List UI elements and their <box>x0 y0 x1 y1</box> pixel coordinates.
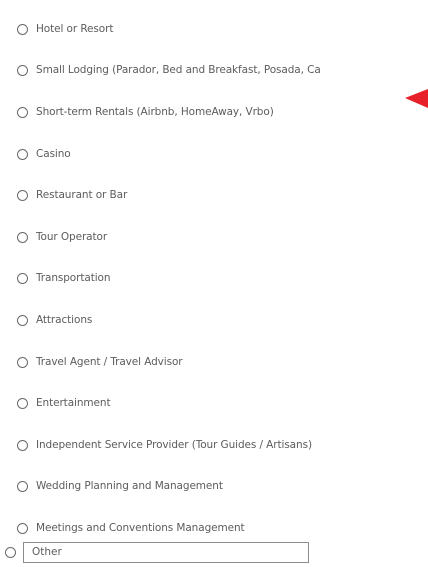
option-label[interactable]: Small Lodging (Parador, Bed and Breakfas… <box>36 64 321 76</box>
radio-button[interactable] <box>5 547 16 558</box>
radio-button[interactable] <box>17 314 28 326</box>
other-text-input[interactable] <box>23 541 309 563</box>
option-label[interactable]: Attractions <box>36 314 92 326</box>
option-independent-service-provider[interactable]: Independent Service Provider (Tour Guide… <box>17 424 428 466</box>
radio-button[interactable] <box>17 65 28 77</box>
radio-button[interactable] <box>17 190 28 202</box>
radio-button[interactable] <box>17 148 28 160</box>
business-type-radio-group: Hotel or Resort Small Lodging (Parador, … <box>17 8 428 549</box>
option-wedding-planning[interactable]: Wedding Planning and Management <box>17 466 428 508</box>
radio-button[interactable] <box>17 439 28 451</box>
option-label[interactable]: Hotel or Resort <box>36 23 113 35</box>
radio-button[interactable] <box>17 23 28 35</box>
option-label[interactable]: Casino <box>36 148 71 160</box>
radio-button[interactable] <box>17 273 28 285</box>
option-casino[interactable]: Casino <box>17 133 428 175</box>
radio-button[interactable] <box>17 522 28 534</box>
radio-button[interactable] <box>17 106 28 118</box>
option-label[interactable]: Meetings and Conventions Management <box>36 522 245 534</box>
option-other[interactable] <box>0 537 309 567</box>
option-travel-agent[interactable]: Travel Agent / Travel Advisor <box>17 341 428 383</box>
option-small-lodging[interactable]: Small Lodging (Parador, Bed and Breakfas… <box>17 50 428 92</box>
arrow-head-shape <box>405 89 428 108</box>
option-label[interactable]: Restaurant or Bar <box>36 189 127 201</box>
radio-button[interactable] <box>17 356 28 368</box>
option-label[interactable]: Short-term Rentals (Airbnb, HomeAway, Vr… <box>36 106 274 118</box>
option-entertainment[interactable]: Entertainment <box>17 382 428 424</box>
option-attractions[interactable]: Attractions <box>17 299 428 341</box>
option-label[interactable]: Transportation <box>36 272 111 284</box>
option-hotel-or-resort[interactable]: Hotel or Resort <box>17 8 428 50</box>
option-label[interactable]: Entertainment <box>36 397 111 409</box>
red-arrow-icon <box>405 88 428 110</box>
option-label[interactable]: Independent Service Provider (Tour Guide… <box>36 439 312 451</box>
option-tour-operator[interactable]: Tour Operator <box>17 216 428 258</box>
radio-button[interactable] <box>17 398 28 410</box>
option-label[interactable]: Wedding Planning and Management <box>36 480 223 492</box>
radio-button[interactable] <box>17 231 28 243</box>
radio-button[interactable] <box>17 481 28 493</box>
option-short-term-rentals[interactable]: Short-term Rentals (Airbnb, HomeAway, Vr… <box>17 91 428 133</box>
option-transportation[interactable]: Transportation <box>17 258 428 300</box>
option-label[interactable]: Tour Operator <box>36 231 107 243</box>
option-restaurant-or-bar[interactable]: Restaurant or Bar <box>17 174 428 216</box>
option-label[interactable]: Travel Agent / Travel Advisor <box>36 356 183 368</box>
